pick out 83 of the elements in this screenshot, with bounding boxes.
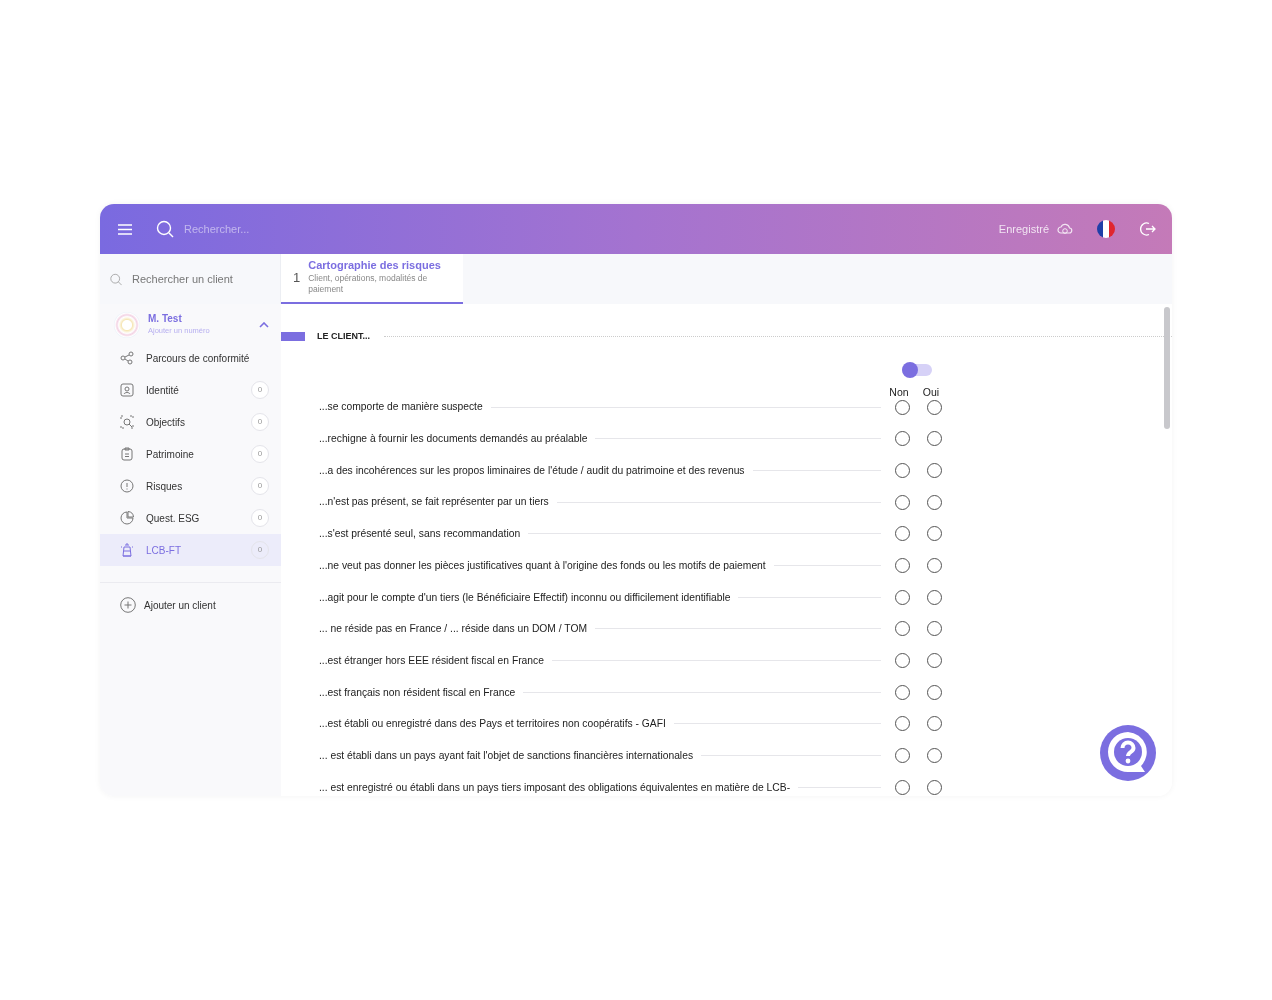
count-badge: 0 <box>251 381 269 399</box>
scrollbar[interactable] <box>1164 307 1170 429</box>
save-status: Enregistré <box>998 221 1049 237</box>
client-search-field[interactable]: Rechercher un client <box>130 269 270 289</box>
section-title: LE CLIENT... <box>317 330 370 343</box>
sidebar-item[interactable]: Parcours de conformité <box>100 342 281 374</box>
section-marker <box>281 332 305 342</box>
radio-button[interactable] <box>927 399 942 415</box>
step-subtitle: Client, opérations, modalités de paiement <box>308 272 429 296</box>
radio-button[interactable] <box>927 748 942 764</box>
plus-circle-icon <box>120 597 136 613</box>
alert-circle-icon <box>120 479 134 493</box>
question-text: ...agit pour le compte d'un tiers (le Bénéficiaire Effectif) inconnu ou difficilement identifiable <box>319 590 731 605</box>
radio-button[interactable] <box>895 779 910 795</box>
toggle-switch[interactable] <box>902 363 932 376</box>
radio-button[interactable] <box>895 684 910 700</box>
question-text: ...s'est présenté seul, sans recommandation <box>319 527 521 542</box>
client-name[interactable]: M. Test <box>148 313 210 326</box>
clipboard-icon <box>120 447 134 461</box>
radio-button[interactable] <box>895 748 910 764</box>
step-title: Cartographie des risques <box>308 259 442 273</box>
radio-button[interactable] <box>927 684 942 700</box>
radio-button[interactable] <box>927 621 942 637</box>
radio-button[interactable] <box>895 653 910 669</box>
logout-icon[interactable] <box>1139 221 1156 237</box>
count-badge: 0 <box>251 445 269 463</box>
flag-icon[interactable] <box>1097 220 1115 238</box>
step-number: 1 <box>293 268 301 287</box>
column-header: Non <box>888 384 910 400</box>
sidebar-item[interactable]: Quest. ESG 0 <box>100 502 281 534</box>
radio-button[interactable] <box>927 558 942 574</box>
question-text: ... ne réside pas en France / ... réside dans un DOM / TOM <box>319 622 588 637</box>
avatar <box>114 312 140 338</box>
question-text: ...est étranger hors EEE résident fiscal en France <box>319 653 544 668</box>
route-icon <box>120 351 134 365</box>
question-text: ...se comporte de manière suspecte <box>319 400 483 415</box>
sidebar-item[interactable]: LCB-FT 0 <box>100 534 281 566</box>
search-icon <box>110 271 122 287</box>
sidebar-item[interactable]: Identité 0 <box>100 374 281 406</box>
menu-icon[interactable] <box>118 223 132 235</box>
column-header: Oui <box>921 384 941 400</box>
question-text: ... est enregistré ou établi dans un pays tiers imposant des obligations équivalentes en matière de LCB- <box>319 780 791 795</box>
count-badge: 0 <box>251 541 269 559</box>
pie-chart-icon <box>120 511 134 525</box>
chevron-up-icon[interactable] <box>259 322 269 328</box>
question-text: ...a des incohérences sur les propos liminaires de l'étude / audit du patrimoine et des revenus <box>319 463 745 478</box>
lighthouse-icon <box>120 543 134 557</box>
question-text: ...n'est pas présent, se fait représenter par un tiers <box>319 495 549 510</box>
question-text: ...ne veut pas donner les pièces justificatives quant à l'origine des fonds ou les motifs de paiement <box>319 558 766 573</box>
cloud-icon <box>1057 222 1073 236</box>
radio-button[interactable] <box>895 431 910 447</box>
radio-button[interactable] <box>927 494 942 510</box>
search-icon <box>156 220 174 238</box>
radio-button[interactable] <box>927 526 942 542</box>
sidebar-item[interactable]: Objectifs 0 <box>100 406 281 438</box>
radio-button[interactable] <box>895 558 910 574</box>
radio-button[interactable] <box>927 462 942 478</box>
radio-button[interactable] <box>895 462 910 478</box>
sidebar-item[interactable]: Patrimoine 0 <box>100 438 281 470</box>
radio-button[interactable] <box>895 716 910 732</box>
count-badge: 0 <box>251 413 269 431</box>
magnifier-frame-icon <box>120 415 134 429</box>
radio-button[interactable] <box>895 589 910 605</box>
question-text: ...est établi ou enregistré dans des Pays et territoires non coopératifs - GAFI <box>319 717 666 732</box>
count-badge: 0 <box>251 509 269 527</box>
radio-button[interactable] <box>927 716 942 732</box>
question-text: ...rechigne à fournir les documents demandés au préalable <box>319 432 588 447</box>
radio-button[interactable] <box>895 494 910 510</box>
question-text: ...est français non résident fiscal en France <box>319 685 516 700</box>
radio-button[interactable] <box>927 589 942 605</box>
id-card-icon <box>120 383 134 397</box>
radio-button[interactable] <box>895 526 910 542</box>
radio-button[interactable] <box>927 779 942 795</box>
help-button[interactable] <box>1099 724 1157 782</box>
radio-button[interactable] <box>927 431 942 447</box>
radio-button[interactable] <box>895 621 910 637</box>
question-text: ... est établi dans un pays ayant fait l'objet de sanctions financières internationales <box>319 748 694 763</box>
search-field[interactable]: Rechercher... <box>182 219 382 239</box>
sidebar-item[interactable]: Risques 0 <box>100 470 281 502</box>
radio-button[interactable] <box>927 653 942 669</box>
step-tab[interactable]: 1 Cartographie des risques Client, opérations, modalités de paiement <box>281 254 463 304</box>
radio-button[interactable] <box>895 399 910 415</box>
count-badge: 0 <box>251 477 269 495</box>
